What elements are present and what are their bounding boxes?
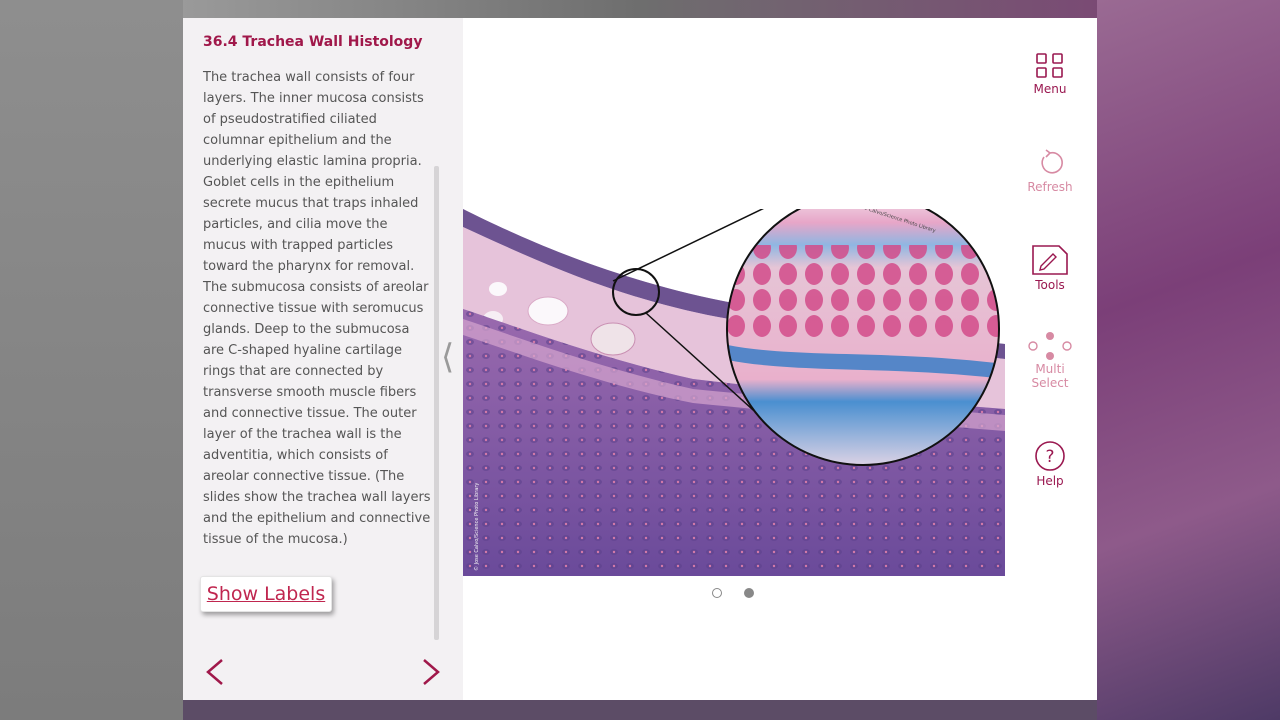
background-left [0, 0, 183, 720]
show-labels-button[interactable]: Show Labels [200, 576, 332, 612]
text-panel: 36.4 Trachea Wall Histology The trachea … [183, 18, 463, 700]
tools-button[interactable]: Tools [1015, 244, 1085, 292]
image-credit: © Jose Calvo/Science Photo Library [473, 483, 480, 571]
chevron-right-icon [423, 659, 440, 685]
refresh-label: Refresh [1027, 180, 1073, 194]
background-right [1097, 0, 1280, 720]
pencil-note-icon [1032, 245, 1068, 275]
chevron-left-icon [206, 659, 223, 685]
refresh-icon [1041, 149, 1063, 174]
app-window: 36.4 Trachea Wall Histology The trachea … [183, 18, 1097, 700]
text-scrollbar[interactable] [434, 166, 439, 640]
help-label: Help [1036, 474, 1064, 488]
refresh-button[interactable]: Refresh [1015, 148, 1085, 194]
multi-select-label-2: Select [1031, 376, 1069, 390]
svg-text:?: ? [1045, 447, 1054, 467]
multi-select-button[interactable]: Multi Select [1015, 332, 1085, 390]
histology-image: © Jose Calvo/Science Photo Library © Jos… [463, 209, 1005, 576]
tools-label: Tools [1035, 278, 1065, 292]
section-body: The trachea wall consists of four layers… [203, 70, 431, 547]
section-title: 36.4 Trachea Wall Histology [203, 34, 423, 50]
previous-page-button[interactable] [200, 652, 230, 692]
pager-dot-1[interactable] [712, 588, 722, 598]
menu-button[interactable]: Menu [1015, 52, 1085, 96]
menu-label: Menu [1033, 82, 1067, 96]
grid-icon [1036, 53, 1063, 78]
next-page-button[interactable] [416, 652, 446, 692]
pager-dot-2[interactable] [744, 588, 754, 598]
help-button[interactable]: ? Help [1015, 440, 1085, 488]
dots-icon [1028, 332, 1072, 360]
background-bottom [183, 700, 1097, 720]
multi-select-label-1: Multi [1035, 362, 1065, 376]
slide-pager [710, 588, 758, 600]
question-icon: ? [1035, 441, 1065, 471]
collapse-chevron-icon[interactable]: ⟨ [441, 340, 454, 374]
